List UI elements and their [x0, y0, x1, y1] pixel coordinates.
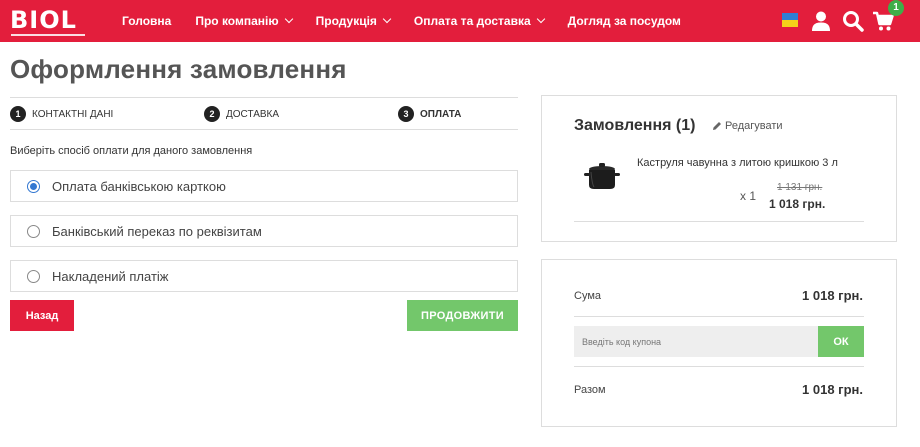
continue-button[interactable]: ПРОДОВЖИТИ [407, 300, 518, 331]
ukraine-flag-icon[interactable] [782, 13, 798, 27]
radio-button[interactable] [27, 224, 40, 238]
step-label: ОПЛАТА [420, 108, 462, 120]
product-old-price: 1 131 грн. [777, 182, 823, 193]
payment-option-cod[interactable]: Накладений платіж [10, 260, 518, 292]
pencil-icon [713, 122, 721, 130]
nav-item-about[interactable]: Про компанію [195, 14, 293, 28]
chevron-down-icon [536, 14, 545, 24]
divider [574, 366, 864, 367]
site-header: BIOL Головна Про компанію Продукція Опла… [0, 0, 920, 42]
user-icon[interactable] [810, 10, 832, 32]
nav-item-label: Про компанію [195, 14, 279, 28]
edit-order-label: Редагувати [725, 120, 783, 132]
payment-option-bank-transfer[interactable]: Банківський переказ по реквізитам [10, 215, 518, 247]
nav-item-home[interactable]: Головна [122, 14, 171, 28]
chevron-down-icon [382, 14, 392, 24]
nav-item-products[interactable]: Продукція [315, 14, 392, 28]
step-contacts[interactable]: 1 КОНТАКТНІ ДАНІ [10, 106, 113, 122]
sum-label: Сума [574, 290, 602, 302]
apply-coupon-button[interactable]: ОК [818, 326, 864, 357]
logo-underline [11, 34, 85, 36]
order-panel: Замовлення (1) Редагувати Каструля чавун… [541, 95, 897, 242]
step-label: ДОСТАВКА [226, 108, 280, 120]
nav-item-care[interactable]: Догляд за посудом [568, 14, 681, 28]
payment-option-label: Оплата банківською карткою [52, 178, 226, 194]
step-label: КОНТАКТНІ ДАНІ [32, 108, 114, 120]
product-price: 1 018 грн. [769, 197, 826, 211]
payment-option-label: Банківський переказ по реквізитам [52, 223, 262, 239]
nav-item-label: Оплата та доставка [413, 14, 531, 28]
product-quantity: x 1 [740, 189, 757, 203]
nav-item-label: Догляд за посудом [567, 14, 681, 28]
step-payment: 3 ОПЛАТА [398, 106, 461, 122]
payment-option-card[interactable]: Оплата банківською карткою [10, 170, 518, 202]
radio-button[interactable] [27, 179, 40, 193]
logo-text: BIOL [10, 6, 77, 34]
back-button[interactable]: Назад [10, 300, 74, 331]
step-delivery[interactable]: 2 ДОСТАВКА [204, 106, 279, 122]
chevron-down-icon [284, 14, 293, 24]
total-value: 1 018 грн. [802, 382, 863, 397]
radio-button[interactable] [27, 269, 40, 283]
divider [574, 316, 864, 317]
nav-item-payment-delivery[interactable]: Оплата та доставка [413, 14, 545, 28]
edit-order-link[interactable]: Редагувати [712, 120, 783, 132]
product-name[interactable]: Каструля чавунна з литою кришкою 3 л [637, 157, 838, 169]
step-number: 1 [10, 106, 26, 122]
nav-item-label: Головна [122, 14, 172, 28]
main-nav: Головна Про компанію Продукція Оплата та… [122, 0, 705, 42]
logo[interactable]: BIOL [10, 6, 86, 36]
divider [10, 97, 518, 98]
page-title: Оформлення замовлення [10, 54, 347, 84]
nav-item-label: Продукція [315, 14, 377, 28]
summary-panel: Сума 1 018 грн. ОК Разом 1 018 грн. [541, 259, 897, 427]
step-number: 3 [398, 106, 414, 122]
payment-hint: Виберіть спосіб оплати для даного замовл… [10, 145, 253, 157]
divider [10, 129, 518, 130]
payment-option-label: Накладений платіж [52, 268, 169, 284]
cart-count-badge: 1 [888, 0, 904, 16]
product-thumbnail[interactable] [582, 160, 622, 192]
order-title: Замовлення (1) [574, 117, 696, 134]
total-label: Разом [574, 384, 606, 396]
step-number: 2 [204, 106, 220, 122]
coupon-input[interactable] [574, 326, 818, 357]
search-icon[interactable] [842, 10, 864, 32]
divider [574, 221, 864, 222]
sum-value: 1 018 грн. [802, 288, 863, 303]
